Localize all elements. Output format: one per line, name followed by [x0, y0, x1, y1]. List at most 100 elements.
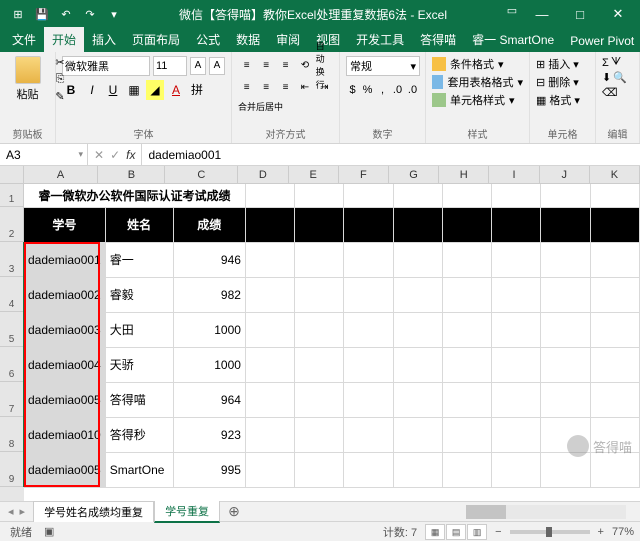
- tab-addin2[interactable]: 睿一 SmartOne: [464, 27, 562, 52]
- fill-color-button[interactable]: ◢: [146, 80, 164, 100]
- conditional-format-button[interactable]: 条件格式 ▾: [432, 56, 523, 72]
- comma-icon[interactable]: ,: [376, 80, 389, 100]
- align-top-icon[interactable]: ≡: [238, 56, 255, 74]
- page-layout-icon[interactable]: ▤: [446, 524, 466, 540]
- align-center-icon[interactable]: ≡: [257, 78, 274, 96]
- cell[interactable]: 1000: [173, 312, 245, 347]
- row-header[interactable]: 3: [0, 242, 24, 277]
- cut-icon[interactable]: ✂: [53, 56, 67, 70]
- currency-icon[interactable]: $: [346, 80, 359, 100]
- sheet-tab-active[interactable]: 学号重复: [154, 500, 220, 523]
- cancel-formula-icon[interactable]: ✕: [94, 148, 104, 162]
- row-header[interactable]: 8: [0, 417, 24, 452]
- tab-formulas[interactable]: 公式: [188, 27, 228, 52]
- sheet-prev-icon[interactable]: ◂: [8, 505, 14, 518]
- indent-right-icon[interactable]: ⇥: [316, 78, 333, 96]
- align-bottom-icon[interactable]: ≡: [277, 56, 294, 74]
- cell[interactable]: dademiao004: [24, 347, 105, 382]
- format-table-button[interactable]: 套用表格格式 ▾: [432, 74, 523, 90]
- align-middle-icon[interactable]: ≡: [257, 56, 274, 74]
- cell[interactable]: 923: [173, 417, 245, 452]
- row-header[interactable]: 6: [0, 347, 24, 382]
- cell[interactable]: 982: [173, 277, 245, 312]
- header-name[interactable]: 姓名: [105, 207, 173, 242]
- italic-button[interactable]: I: [83, 80, 101, 100]
- record-macro-icon[interactable]: ▣: [44, 525, 54, 538]
- save-icon[interactable]: 💾: [32, 4, 52, 24]
- col-header[interactable]: C: [165, 166, 238, 184]
- cell[interactable]: dademiao005: [24, 452, 105, 487]
- cell[interactable]: 答得喵: [105, 382, 173, 417]
- format-painter-icon[interactable]: ✎: [53, 90, 67, 104]
- increase-font-icon[interactable]: A: [190, 57, 206, 75]
- cells-area[interactable]: 睿一微软办公软件国际认证考试成绩 学号姓名成绩 dademiao001睿一946…: [24, 184, 640, 501]
- decrease-font-icon[interactable]: A: [209, 57, 225, 75]
- indent-left-icon[interactable]: ⇤: [296, 78, 313, 96]
- zoom-slider[interactable]: [510, 530, 590, 534]
- zoom-in-icon[interactable]: +: [598, 526, 604, 538]
- tab-insert[interactable]: 插入: [84, 27, 124, 52]
- cell[interactable]: SmartOne: [105, 452, 173, 487]
- align-left-icon[interactable]: ≡: [238, 78, 255, 96]
- decrease-decimal-icon[interactable]: .0: [406, 80, 419, 100]
- autosum-icon[interactable]: Σ: [602, 57, 609, 69]
- orientation-icon[interactable]: ⟲: [296, 56, 313, 74]
- table-title-cell[interactable]: 睿一微软办公软件国际认证考试成绩: [24, 184, 245, 207]
- select-all-corner[interactable]: [0, 166, 24, 184]
- row-header[interactable]: 5: [0, 312, 24, 347]
- cell[interactable]: dademiao001: [24, 242, 105, 277]
- col-header[interactable]: H: [439, 166, 489, 184]
- cell-styles-button[interactable]: 单元格样式 ▾: [432, 92, 523, 108]
- maximize-button[interactable]: □: [562, 0, 598, 28]
- zoom-level[interactable]: 77%: [612, 526, 634, 538]
- fill-icon[interactable]: ⬇: [602, 71, 611, 84]
- wrap-text-button[interactable]: 自动换行: [316, 56, 333, 74]
- font-color-button[interactable]: A: [167, 80, 185, 100]
- insert-cells-button[interactable]: ⊞ 插入 ▾: [536, 56, 589, 72]
- cell[interactable]: 964: [173, 382, 245, 417]
- format-cells-button[interactable]: ▦ 格式 ▾: [536, 92, 589, 108]
- underline-button[interactable]: U: [104, 80, 122, 100]
- cell[interactable]: 天骄: [105, 347, 173, 382]
- col-header[interactable]: B: [98, 166, 165, 184]
- cell[interactable]: dademiao002: [24, 277, 105, 312]
- qat-more-icon[interactable]: ▾: [104, 4, 124, 24]
- col-header[interactable]: D: [238, 166, 288, 184]
- col-header[interactable]: F: [339, 166, 389, 184]
- increase-decimal-icon[interactable]: .0: [391, 80, 404, 100]
- cell[interactable]: dademiao003: [24, 312, 105, 347]
- col-header[interactable]: K: [590, 166, 640, 184]
- col-header[interactable]: A: [24, 166, 99, 184]
- col-header[interactable]: J: [540, 166, 590, 184]
- name-box[interactable]: A3: [0, 144, 88, 165]
- percent-icon[interactable]: %: [361, 80, 374, 100]
- align-right-icon[interactable]: ≡: [277, 78, 294, 96]
- sheet-next-icon[interactable]: ▸: [20, 505, 26, 518]
- delete-cells-button[interactable]: ⊟ 删除 ▾: [536, 74, 589, 90]
- row-header[interactable]: 4: [0, 277, 24, 312]
- horizontal-scrollbar[interactable]: [466, 505, 626, 519]
- fx-icon[interactable]: fx: [126, 148, 135, 162]
- border-button[interactable]: ▦: [125, 80, 143, 100]
- copy-icon[interactable]: ⎘: [53, 73, 67, 87]
- cell[interactable]: 1000: [173, 347, 245, 382]
- tab-review[interactable]: 审阅: [268, 27, 308, 52]
- cell[interactable]: 睿一: [105, 242, 173, 277]
- sheet-tab[interactable]: 学号姓名成绩均重复: [33, 501, 154, 522]
- formula-input[interactable]: dademiao001: [142, 144, 640, 165]
- add-sheet-button[interactable]: ⊕: [220, 503, 248, 520]
- header-score[interactable]: 成绩: [173, 207, 245, 242]
- number-format-combo[interactable]: 常规▾: [346, 56, 420, 76]
- cell[interactable]: dademiao010: [24, 417, 105, 452]
- cell[interactable]: 大田: [105, 312, 173, 347]
- page-break-icon[interactable]: ▥: [467, 524, 487, 540]
- tab-powerpivot[interactable]: Power Pivot: [562, 30, 640, 52]
- cell[interactable]: 答得秒: [105, 417, 173, 452]
- col-header[interactable]: I: [489, 166, 539, 184]
- col-header[interactable]: E: [289, 166, 339, 184]
- close-button[interactable]: ✕: [600, 0, 636, 28]
- cell[interactable]: 995: [173, 452, 245, 487]
- row-header[interactable]: 2: [0, 207, 24, 242]
- tab-developer[interactable]: 开发工具: [348, 27, 412, 52]
- find-icon[interactable]: 🔍: [613, 71, 627, 84]
